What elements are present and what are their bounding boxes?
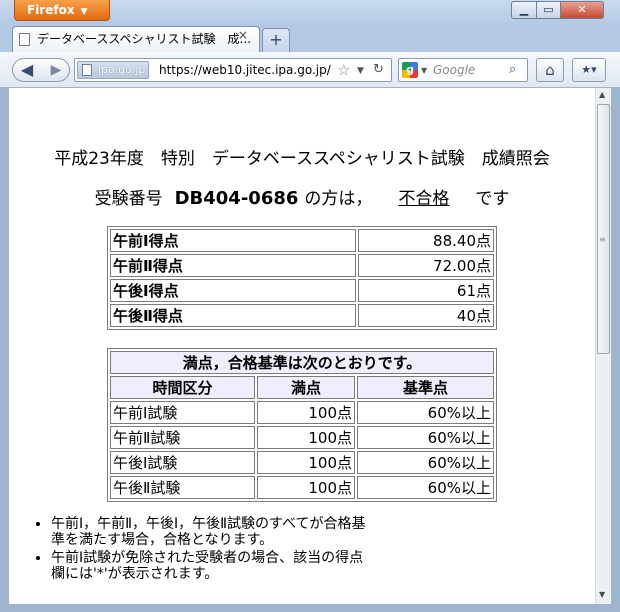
minimize-button[interactable]: ▁ [511, 1, 537, 19]
table-row: 午前Ⅰ試験 100点 60%以上 [110, 401, 494, 424]
title-bar: Firefox ▼ ▁ ▭ ✕ [0, 0, 620, 26]
new-tab-button[interactable]: + [262, 28, 290, 52]
scroll-up-icon[interactable]: ▲ [599, 90, 605, 99]
site-identity-button[interactable]: ipa.go.jp [77, 61, 150, 79]
list-item: 午前Ⅰ，午前Ⅱ，午後Ⅰ，午後Ⅱ試験のすべてが合格基準を満たす場合，合格となります… [51, 516, 371, 548]
page-title: 平成23年度 特別 データベーススペシャリスト試験 成績照会 [54, 149, 550, 169]
back-forward-group: ◀ ▶ [12, 58, 70, 82]
home-button[interactable]: ⌂ [536, 58, 564, 82]
url-bar[interactable]: ipa.go.jp https://web10.jitec.ipa.go.jp/… [74, 58, 392, 82]
grip-icon: ≡ [599, 235, 606, 244]
maximize-button[interactable]: ▭ [536, 1, 561, 19]
table-row: 午前Ⅱ試験 100点 60%以上 [110, 426, 494, 449]
table-row: 午後Ⅱ試験 100点 60%以上 [110, 476, 494, 499]
bookmarks-icon: ★▾ [581, 63, 597, 76]
search-icon[interactable]: ⌕ [509, 60, 516, 80]
table-row: 午後Ⅰ得点 61点 [110, 279, 494, 302]
navigation-toolbar: ◀ ▶ ipa.go.jp https://web10.jitec.ipa.go… [0, 52, 620, 88]
page-icon [19, 33, 30, 46]
criteria-pass: 60%以上 [357, 401, 494, 424]
criteria-pass: 60%以上 [357, 451, 494, 474]
exam-number: DB404-0686 [174, 188, 299, 209]
criteria-max: 100点 [256, 476, 355, 499]
criteria-pass: 60%以上 [357, 426, 494, 449]
score-value: 72.00点 [358, 254, 494, 277]
score-value: 40点 [358, 304, 494, 327]
back-arrow-icon: ◀ [20, 60, 34, 79]
column-header: 基準点 [357, 376, 494, 399]
search-input[interactable]: Google [433, 59, 475, 81]
search-engine-dropdown-icon[interactable]: ▼ [421, 61, 427, 81]
score-label: 午前Ⅰ得点 [110, 229, 356, 252]
result-middle-text: の方は， [304, 189, 373, 209]
vertical-scrollbar[interactable]: ▲ ≡ ▼ [595, 88, 611, 604]
firefox-menu-button[interactable]: Firefox ▼ [14, 0, 110, 21]
criteria-pass: 60%以上 [357, 476, 494, 499]
tab-title: データベーススペシャリスト試験 成... [37, 32, 252, 46]
exam-number-label: 受験番号 [94, 189, 163, 209]
url-history-dropdown-icon[interactable]: ▼ [357, 61, 364, 81]
back-button[interactable]: ◀ [13, 59, 41, 81]
criteria-table: 満点，合格基準は次のとおりです。 時間区分 満点 基準点 午前Ⅰ試験 100点 60… [107, 348, 497, 502]
close-tab-icon[interactable]: × [238, 28, 248, 42]
result-line: 受験番号 DB404-0686 の方は， 不合格 です [9, 184, 595, 209]
reload-icon[interactable]: ↻ [373, 60, 384, 80]
table-caption-row: 満点，合格基準は次のとおりです。 [110, 351, 494, 374]
table-header-row: 時間区分 満点 基準点 [110, 376, 494, 399]
score-label: 午後Ⅱ得点 [110, 304, 356, 327]
bookmarks-button[interactable]: ★▾ [572, 58, 606, 82]
page-viewport: 平成23年度 特別 データベーススペシャリスト試験 成績照会 受験番号 DB404… [9, 88, 595, 604]
window-frame [611, 88, 620, 612]
bookmark-star-icon[interactable]: ☆ [337, 60, 350, 80]
close-icon: ✕ [577, 3, 587, 16]
criteria-session: 午前Ⅱ試験 [110, 426, 255, 449]
google-engine-icon[interactable]: g [402, 62, 418, 78]
forward-button[interactable]: ▶ [43, 59, 69, 81]
table-row: 午前Ⅰ得点 88.40点 [110, 229, 494, 252]
score-table: 午前Ⅰ得点 88.40点 午前Ⅱ得点 72.00点 午後Ⅰ得点 61点 午後Ⅱ得点 40… [107, 226, 497, 330]
plus-icon: + [269, 30, 283, 49]
page-icon [82, 64, 92, 76]
column-header: 満点 [256, 376, 355, 399]
scroll-down-icon[interactable]: ▼ [599, 590, 605, 599]
criteria-max: 100点 [256, 451, 355, 474]
score-value: 88.40点 [358, 229, 494, 252]
criteria-caption: 満点，合格基準は次のとおりです。 [110, 351, 494, 374]
criteria-max: 100点 [256, 401, 355, 424]
close-window-button[interactable]: ✕ [560, 1, 604, 19]
tab-active[interactable]: データベーススペシャリスト試験 成... [12, 26, 260, 52]
criteria-session: 午後Ⅱ試験 [110, 476, 255, 499]
site-identity-label: ipa.go.jp [98, 63, 146, 76]
table-row: 午後Ⅰ試験 100点 60%以上 [110, 451, 494, 474]
score-label: 午前Ⅱ得点 [110, 254, 356, 277]
tab-bar: データベーススペシャリスト試験 成... + [0, 26, 620, 52]
score-label: 午後Ⅰ得点 [110, 279, 356, 302]
column-header: 時間区分 [110, 376, 255, 399]
window-frame [0, 604, 620, 612]
criteria-max: 100点 [256, 426, 355, 449]
minimize-icon: ▁ [519, 3, 529, 16]
scrollbar-thumb[interactable]: ≡ [597, 104, 610, 354]
table-row: 午後Ⅱ得点 40点 [110, 304, 494, 327]
search-bar[interactable]: g ▼ Google ⌕ [398, 58, 528, 82]
notes-list: 午前Ⅰ，午前Ⅱ，午後Ⅰ，午後Ⅱ試験のすべてが合格基準を満たす場合，合格となります… [35, 516, 371, 584]
chevron-down-icon: ▼ [80, 7, 88, 17]
result-status: 不合格 [398, 189, 450, 209]
forward-arrow-icon: ▶ [50, 62, 62, 78]
home-icon: ⌂ [545, 61, 555, 79]
result-suffix-text: です [475, 189, 510, 209]
list-item: 午前Ⅰ試験が免除された受験者の場合、該当の得点欄には'*'が表示されます。 [51, 550, 371, 582]
firefox-menu-label: Firefox [27, 3, 75, 17]
score-value: 61点 [358, 279, 494, 302]
table-row: 午前Ⅱ得点 72.00点 [110, 254, 494, 277]
criteria-session: 午前Ⅰ試験 [110, 401, 255, 424]
url-input[interactable]: https://web10.jitec.ipa.go.jp/ [159, 59, 333, 81]
maximize-icon: ▭ [543, 3, 554, 16]
criteria-session: 午後Ⅰ試験 [110, 451, 255, 474]
